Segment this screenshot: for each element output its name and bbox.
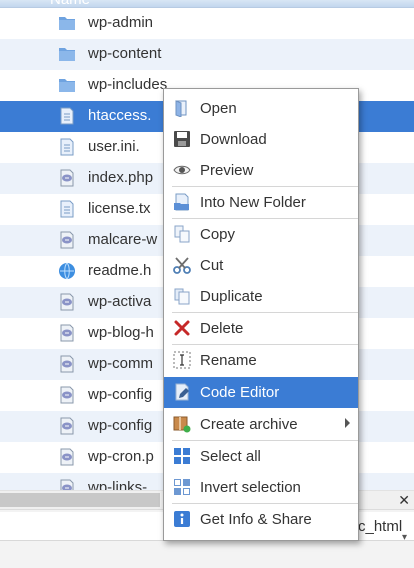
php-file-icon xyxy=(60,293,74,311)
menu-item-label: Download xyxy=(200,131,267,148)
file-name: wp-admin xyxy=(88,14,154,31)
menu-item-select-all[interactable]: Select all xyxy=(164,441,358,472)
menu-item-label: Invert selection xyxy=(200,479,301,496)
scrollbar-thumb[interactable] xyxy=(0,493,160,507)
duplicate-icon xyxy=(174,288,190,305)
rename-icon xyxy=(173,351,191,369)
menu-item-label: Code Editor xyxy=(200,384,280,401)
file-name: index.php xyxy=(88,169,154,186)
submenu-arrow-icon xyxy=(345,418,350,428)
file-name: readme.h xyxy=(88,262,152,279)
menu-item-label: Duplicate xyxy=(200,288,263,305)
menu-item-create-archive[interactable]: Create archive xyxy=(164,409,358,440)
file-name: malcare-w xyxy=(88,231,158,248)
menu-item-label: Get Info & Share xyxy=(200,511,312,528)
file-row[interactable]: wp-admin xyxy=(0,8,414,39)
chevron-down-icon[interactable]: ▾ xyxy=(402,532,407,543)
menu-item-label: Rename xyxy=(200,352,257,369)
text-file-icon xyxy=(60,107,74,125)
menu-item-copy[interactable]: Copy xyxy=(164,219,358,250)
invert-selection-icon xyxy=(174,479,190,495)
file-name: wp-config xyxy=(88,386,153,403)
html-file-icon xyxy=(59,262,75,280)
menu-item-get-info-share[interactable]: Get Info & Share xyxy=(164,504,358,535)
copy-icon xyxy=(174,225,190,243)
menu-item-label: Copy xyxy=(200,226,236,243)
file-name: wp-blog-h xyxy=(88,324,154,341)
folder-icon xyxy=(59,79,75,92)
menu-item-label: Create archive xyxy=(200,416,298,433)
menu-item-download[interactable]: Download xyxy=(164,124,358,155)
file-name: wp-comm xyxy=(88,355,154,372)
php-file-icon xyxy=(60,448,74,466)
folder-icon xyxy=(59,48,75,61)
menu-item-label: Cut xyxy=(200,257,224,274)
menu-item-label: Into New Folder xyxy=(200,194,306,211)
folder-icon xyxy=(59,17,75,30)
php-file-icon xyxy=(60,169,74,187)
menu-item-label: Preview xyxy=(200,162,254,179)
php-file-icon xyxy=(60,386,74,404)
php-file-icon xyxy=(60,324,74,342)
file-name: wp-content xyxy=(88,45,162,62)
menu-item-invert-selection[interactable]: Invert selection xyxy=(164,472,358,503)
info-icon xyxy=(174,511,190,527)
menu-item-into-new-folder[interactable]: Into New Folder xyxy=(164,187,358,218)
download-icon xyxy=(174,131,190,147)
menu-item-label: Open xyxy=(200,100,237,117)
context-menu: Open Download Preview Into New Folder Co… xyxy=(163,88,359,541)
text-file-icon xyxy=(60,200,74,218)
menu-item-cut[interactable]: Cut xyxy=(164,250,358,281)
menu-item-label: Select all xyxy=(200,448,261,465)
menu-item-code-editor[interactable]: Code Editor xyxy=(164,377,358,408)
php-file-icon xyxy=(60,355,74,373)
file-name: wp-includes xyxy=(88,76,168,93)
open-icon xyxy=(175,100,187,117)
eye-icon xyxy=(173,165,191,175)
name-column-header[interactable]: Name xyxy=(0,0,414,8)
menu-item-rename[interactable]: Rename xyxy=(164,345,358,376)
file-name: htaccess. xyxy=(88,107,152,124)
file-name: license.tx xyxy=(88,200,151,217)
file-row[interactable]: wp-content xyxy=(0,39,414,70)
menu-item-preview[interactable]: Preview xyxy=(164,155,358,186)
name-column-label: Name xyxy=(50,0,90,7)
php-file-icon xyxy=(60,231,74,249)
menu-item-delete[interactable]: Delete xyxy=(164,313,358,344)
scissors-icon xyxy=(173,257,191,274)
file-name: wp-cron.p xyxy=(88,448,154,465)
menu-item-duplicate[interactable]: Duplicate xyxy=(164,281,358,312)
archive-icon xyxy=(173,416,191,433)
file-name: user.ini. xyxy=(88,138,140,155)
menu-item-label: Delete xyxy=(200,320,244,337)
menu-item-open[interactable]: Open xyxy=(164,93,358,124)
file-name: wp-activa xyxy=(88,293,152,310)
code-editor-icon xyxy=(175,383,189,401)
php-file-icon xyxy=(60,417,74,435)
delete-icon xyxy=(174,320,190,336)
file-name: wp-config xyxy=(88,417,153,434)
select-all-icon xyxy=(174,448,190,464)
text-file-icon xyxy=(60,138,74,156)
close-icon[interactable]: ✕ xyxy=(398,492,410,509)
new-folder-icon xyxy=(174,193,189,211)
path-text: c_html xyxy=(358,518,403,535)
